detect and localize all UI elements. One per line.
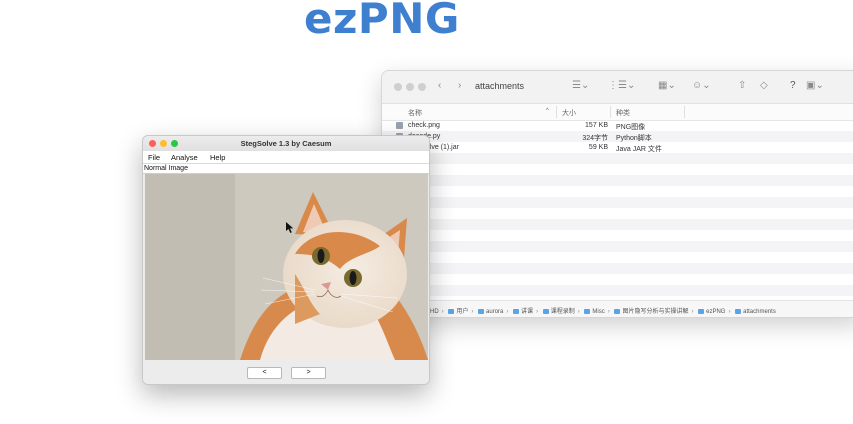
nav-buttons: < > — [143, 362, 429, 384]
share-icon[interactable]: ⇧ — [738, 80, 746, 91]
empty-row — [382, 186, 853, 197]
col-name[interactable]: 名称 — [408, 108, 422, 118]
empty-row — [382, 263, 853, 274]
path-item[interactable]: attachments — [735, 309, 776, 315]
empty-row — [382, 285, 853, 296]
steg-title: StegSolve 1.3 by Caesum — [240, 139, 332, 148]
finder-window: ‹ › attachments ☰⌄ ⋮☰⌄ ▦⌄ ☺⌄ ⇧ ◇ ? ▣⌄ 名称… — [381, 70, 853, 318]
list-view-icon[interactable]: ☰⌄ — [572, 80, 589, 91]
group-icon[interactable]: ⋮☰⌄ — [608, 80, 635, 91]
empty-row — [382, 153, 853, 164]
column-header: 名称 ^ 大小 种类 — [382, 104, 853, 121]
empty-row — [382, 241, 853, 252]
close-dot[interactable] — [394, 83, 402, 91]
image-view — [145, 174, 428, 360]
file-row[interactable]: check.png 157 KB PNG图像 — [382, 120, 853, 131]
path-item[interactable]: 用户 — [448, 309, 468, 315]
col-kind[interactable]: 种类 — [616, 108, 630, 118]
col-divider — [684, 106, 685, 118]
menu-analyse[interactable]: Analyse — [171, 153, 198, 162]
file-list: check.png 157 KB PNG图像 decode.py 324字节 P… — [382, 120, 853, 296]
path-item[interactable]: 课程录制 — [542, 309, 575, 315]
path-bar: HD › 用户 › aurora › 讲课 › 课程录制 › Misc › 图片隐写分析与实… — [382, 300, 853, 317]
folder-icon — [448, 309, 455, 314]
col-divider — [610, 106, 611, 118]
cat-photo — [145, 174, 428, 360]
path-item[interactable]: Misc — [584, 309, 605, 315]
file-name: check.png — [408, 122, 440, 129]
empty-row — [382, 230, 853, 241]
col-divider — [556, 106, 557, 118]
stegsolve-window: StegSolve 1.3 by Caesum File Analyse Hel… — [142, 135, 430, 385]
sort-chevron-icon: ^ — [546, 108, 549, 114]
finder-toolbar: ‹ › attachments ☰⌄ ⋮☰⌄ ▦⌄ ☺⌄ ⇧ ◇ ? ▣⌄ — [382, 71, 853, 104]
file-row[interactable]: decode.py 324字节 Python脚本 — [382, 131, 853, 142]
path-item-hd[interactable]: HD — [430, 309, 439, 315]
path-item[interactable]: aurora — [478, 309, 503, 315]
empty-row — [382, 252, 853, 263]
menu-help[interactable]: Help — [210, 153, 225, 162]
file-row[interactable]: Stegsolve (1).jar 59 KB Java JAR 文件 — [382, 142, 853, 153]
close-dot[interactable] — [149, 140, 156, 147]
finder-title: attachments — [475, 81, 525, 91]
file-icon — [396, 122, 403, 129]
folder-icon — [478, 309, 485, 314]
folder-icon — [735, 309, 742, 314]
empty-row — [382, 219, 853, 230]
minimize-dot[interactable] — [160, 140, 167, 147]
next-button[interactable]: > — [291, 367, 326, 379]
steg-menubar: File Analyse Help — [143, 151, 429, 164]
file-size: 157 KB — [585, 122, 608, 129]
file-size: 59 KB — [588, 144, 608, 151]
menu-file[interactable]: File — [148, 153, 160, 162]
empty-row — [382, 208, 853, 219]
empty-row — [382, 175, 853, 186]
gallery-view-icon[interactable]: ▦⌄ — [658, 80, 676, 91]
path-item[interactable]: 讲课 — [513, 309, 533, 315]
forward-icon[interactable]: › — [458, 80, 461, 91]
zoom-dot[interactable] — [418, 83, 426, 91]
steg-titlebar: StegSolve 1.3 by Caesum — [143, 136, 429, 151]
path-item[interactable]: ezPNG — [698, 309, 725, 315]
empty-row — [382, 274, 853, 285]
back-icon[interactable]: ‹ — [438, 80, 441, 91]
more-icon[interactable]: ▣⌄ — [806, 80, 824, 91]
help-icon[interactable]: ? — [790, 80, 796, 91]
folder-icon — [698, 309, 705, 314]
zoom-dot[interactable] — [171, 140, 178, 147]
folder-icon — [614, 309, 621, 314]
minimize-dot[interactable] — [406, 83, 414, 91]
tag-icon[interactable]: ◇ — [760, 80, 768, 91]
image-mode-label: Normal Image — [143, 164, 429, 174]
folder-icon — [513, 309, 520, 314]
prev-button[interactable]: < — [247, 367, 282, 379]
col-size[interactable]: 大小 — [562, 108, 576, 118]
folder-icon — [542, 309, 549, 314]
path-item[interactable]: 图片隐写分析与实操讲解 — [614, 309, 688, 315]
empty-row — [382, 197, 853, 208]
action-icon[interactable]: ☺⌄ — [692, 80, 711, 91]
headline-text: ezPNG — [304, 0, 460, 43]
folder-icon — [584, 309, 591, 314]
empty-row — [382, 164, 853, 175]
